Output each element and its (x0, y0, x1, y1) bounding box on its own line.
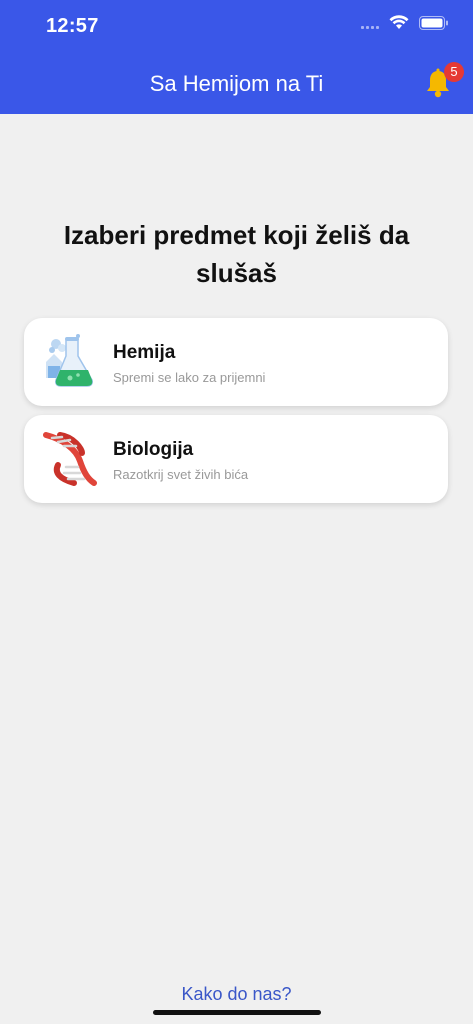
subject-title: Hemija (113, 342, 176, 363)
subject-card-hemija[interactable]: Hemija Spremi se lako za prijemni (24, 318, 448, 406)
app-header: 12:57 Sa Hemijom na Ti 5 (0, 0, 473, 114)
battery-icon (419, 15, 448, 30)
app-title: Sa Hemijom na Ti (149, 71, 324, 96)
home-indicator (153, 1010, 321, 1015)
app-screen: 12:57 Sa Hemijom na Ti 5 Izaberi predmet… (0, 0, 473, 1024)
dna-icon (43, 432, 97, 486)
status-icons (361, 15, 449, 30)
subject-title: Biologija (113, 439, 194, 460)
wifi-icon (389, 15, 409, 29)
page-heading: Izaberi predmet koji želiš da slušaš (63, 220, 410, 288)
notification-count-badge: 5 (444, 62, 464, 82)
status-time: 12:57 (46, 15, 99, 37)
subject-subtitle: Spremi se lako za prijemni (113, 370, 266, 385)
subject-card-biologija[interactable]: Biologija Razotkrij svet živih bića (24, 415, 448, 503)
chemistry-flask-icon (46, 334, 93, 387)
directions-link[interactable]: Kako do nas? (0, 984, 473, 1005)
subject-subtitle: Razotkrij svet živih bića (113, 467, 249, 482)
cellular-signal-icon (361, 17, 379, 29)
